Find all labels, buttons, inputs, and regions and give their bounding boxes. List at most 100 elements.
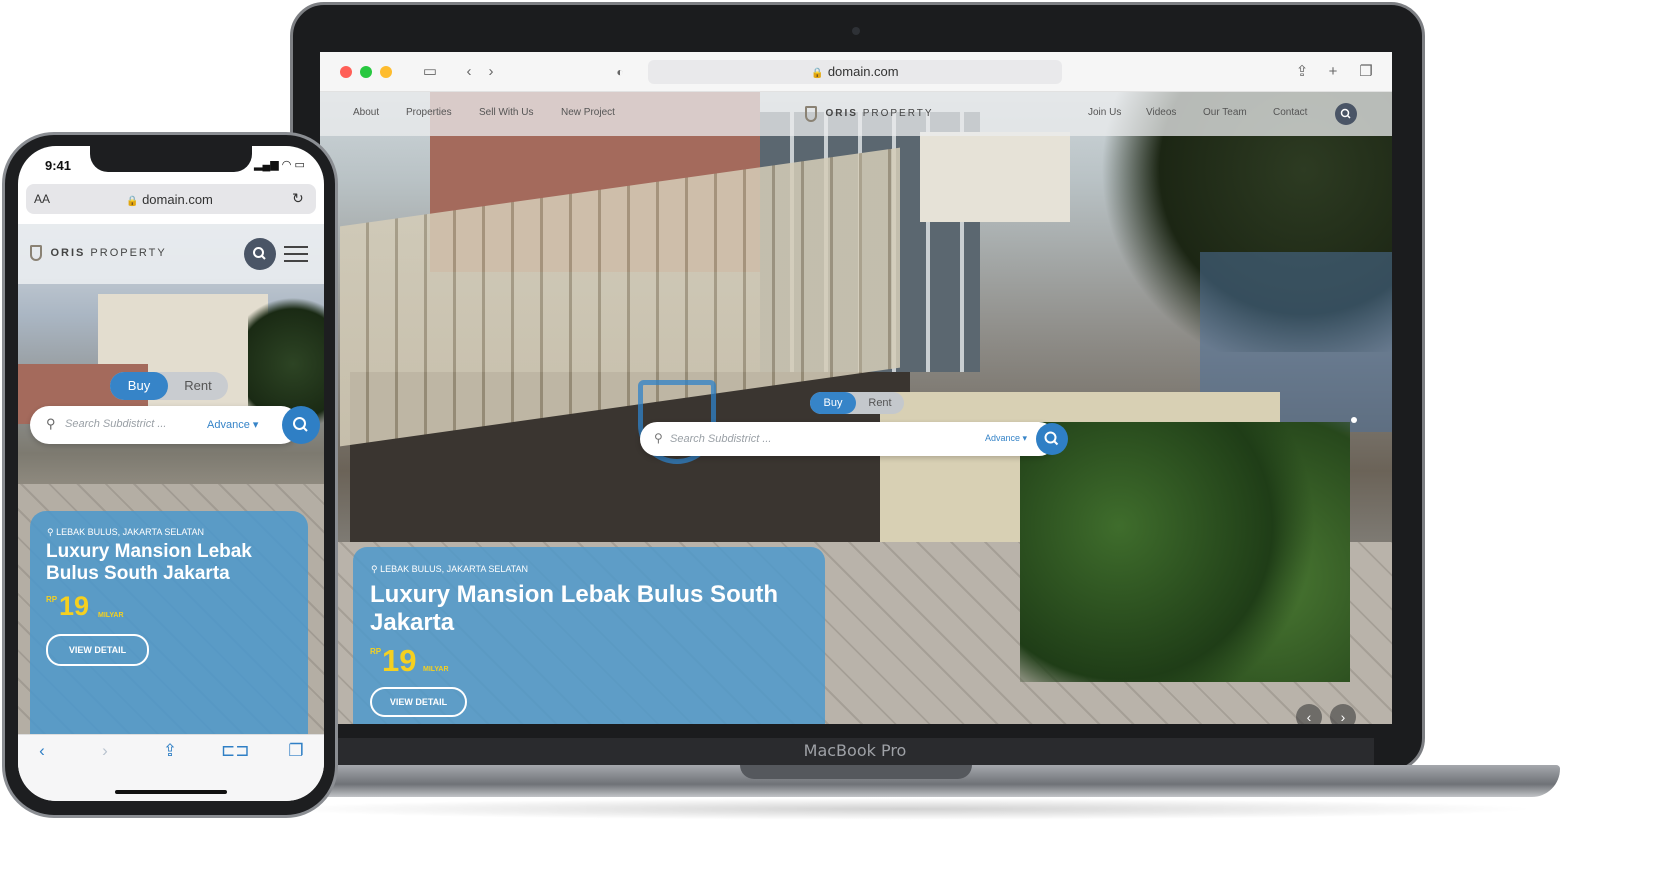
price-value: 19 [382,643,417,678]
nav-link-about[interactable]: About [353,107,379,118]
mobile-url: domain.com [142,192,213,207]
forward-icon[interactable]: › [481,62,501,82]
advance-label: Advance [985,433,1021,443]
nav-search-button[interactable] [1335,103,1357,125]
listing-title: Luxury Mansion Lebak Bulus South Jakarta [370,581,779,636]
search-icon [293,417,308,432]
location-pin-icon: ⚲ [47,527,54,537]
advance-dropdown[interactable]: Advance ▾ [985,433,1027,444]
hamburger-menu-icon[interactable] [284,246,308,262]
price-unit: MILYAR [98,612,124,619]
new-tab-icon[interactable]: + [1323,62,1343,82]
reload-icon[interactable]: ↻ [292,190,304,207]
tab-rent[interactable]: Rent [856,392,904,414]
tab-rent[interactable]: Rent [168,372,228,400]
nav-link-videos[interactable]: Videos [1146,107,1176,118]
price-currency: RP [370,647,382,656]
chevron-down-icon: ▾ [252,419,259,431]
price-value: 19 [59,591,90,621]
address-bar-url: domain.com [827,64,899,79]
site-navbar: About Properties Sell With Us New Projec… [320,92,1392,136]
site-logo[interactable]: ORIS PROPERTY [805,105,934,123]
privacy-shield-icon[interactable]: ◐ [610,62,630,82]
nav-link-new-project[interactable]: New Project [561,107,615,118]
mobile-navbar: ORIS PROPERTY [18,224,324,284]
text-size-button[interactable]: AA [34,192,50,206]
location-pin-icon: ⚲ [654,431,663,445]
minimize-window-button[interactable] [360,66,372,78]
tab-buy[interactable]: Buy [110,372,168,400]
lock-icon: 🔒 [126,196,139,207]
nav-link-sell-with-us[interactable]: Sell With Us [479,107,533,118]
search-icon [253,247,266,260]
listing-location-text: LEBAK BULUS, JAKARTA SELATAN [380,564,528,574]
search-submit-button[interactable] [1036,423,1068,455]
buy-rent-toggle: Buy Rent [810,392,904,414]
brand-name-light: PROPERTY [862,108,934,120]
bookmarks-icon[interactable]: ⊏⊐ [221,741,250,761]
search-submit-button[interactable] [282,406,320,444]
mobile-screen: 9:41 ▂▄▆ ◠ ▭ AA 🔒 domain.com ↻ ORIS PROP… [18,146,324,801]
tab-overview-icon[interactable]: ❐ [1356,62,1376,82]
tabs-icon[interactable]: ❐ [284,741,308,761]
brand-name-bold: ORIS [50,246,86,259]
back-icon[interactable]: ‹ [30,741,54,761]
search-input[interactable]: ⚲ Search Subdistrict ... Advance ▾ [30,406,320,444]
listing-card: ⚲ LEBAK BULUS, JAKARTA SELATAN Luxury Ma… [353,547,825,724]
share-icon[interactable]: ⇪ [1292,62,1312,82]
share-icon[interactable]: ⇪ [158,741,182,761]
nav-link-properties[interactable]: Properties [406,107,452,118]
address-bar[interactable]: 🔒 domain.com [648,60,1062,84]
close-window-button[interactable] [340,66,352,78]
mobile-address-bar[interactable]: AA 🔒 domain.com ↻ [26,184,316,214]
search-placeholder: Search Subdistrict ... [65,418,167,430]
search-input[interactable]: ⚲ Search Subdistrict ... Advance ▾ [640,422,1068,456]
sidebar-toggle-icon[interactable]: ▭ [420,62,440,82]
advance-label: Advance [207,419,250,431]
wifi-icon: ◠ [281,159,292,171]
safari-bottom-toolbar: ‹ › ⇪ ⊏⊐ ❐ [18,734,324,801]
macbook-camera [852,27,860,35]
chevron-down-icon: ▾ [1022,433,1028,443]
nav-link-contact[interactable]: Contact [1273,107,1307,118]
mobile-search-button[interactable] [244,238,276,270]
brand-name-bold: ORIS [825,108,858,120]
status-time: 9:41 [45,158,72,173]
chevron-right-icon: › [1340,709,1346,724]
view-detail-button[interactable]: VIEW DETAIL [370,687,467,717]
nav-link-join-us[interactable]: Join Us [1088,107,1121,118]
tab-buy[interactable]: Buy [810,392,856,414]
desktop-screen: ▭ ‹ › ◐ 🔒 domain.com ⇪ + ❐ About Properti… [320,52,1392,724]
zoom-window-button[interactable] [380,66,392,78]
listing-card: ⚲ LEBAK BULUS, JAKARTA SELATAN Luxury Ma… [30,511,308,734]
forward-icon[interactable]: › [93,741,117,761]
shield-logo-icon [30,244,42,261]
advance-dropdown[interactable]: Advance ▾ [207,418,258,431]
phone-notch [90,146,252,172]
macbook-base-notch [740,765,972,779]
site-logo[interactable]: ORIS PROPERTY [30,244,167,262]
slide-indicator[interactable] [1351,417,1357,423]
back-icon[interactable]: ‹ [459,62,479,82]
macbook-shadow [270,798,1540,820]
price-currency: RP [46,595,58,604]
hero-banner: About Properties Sell With Us New Projec… [320,92,1392,724]
view-detail-button[interactable]: VIEW DETAIL [46,634,149,666]
nav-link-our-team[interactable]: Our Team [1203,107,1247,118]
brand-name-light: PROPERTY [90,246,167,259]
listing-title: Luxury Mansion Lebak Bulus South Jakarta [46,541,252,584]
search-icon [1340,108,1351,119]
safari-toolbar: ▭ ‹ › ◐ 🔒 domain.com ⇪ + ❐ [320,52,1392,92]
status-icons: ▂▄▆ ◠ ▭ [254,158,305,171]
garden-plants [1020,422,1350,682]
listing-location-text: LEBAK BULUS, JAKARTA SELATAN [56,527,204,537]
carousel-next-button[interactable]: › [1330,704,1356,724]
shield-logo-icon [805,105,817,122]
lock-icon: 🔒 [811,68,824,79]
listing-location: ⚲ LEBAK BULUS, JAKARTA SELATAN [47,527,204,538]
buy-rent-toggle: Buy Rent [110,372,228,400]
mobile-hero: ORIS PROPERTY Buy Rent ⚲ Search Subdistr… [18,224,324,734]
location-pin-icon: ⚲ [46,416,56,431]
carousel-prev-button[interactable]: ‹ [1296,704,1322,724]
home-indicator [115,790,227,794]
